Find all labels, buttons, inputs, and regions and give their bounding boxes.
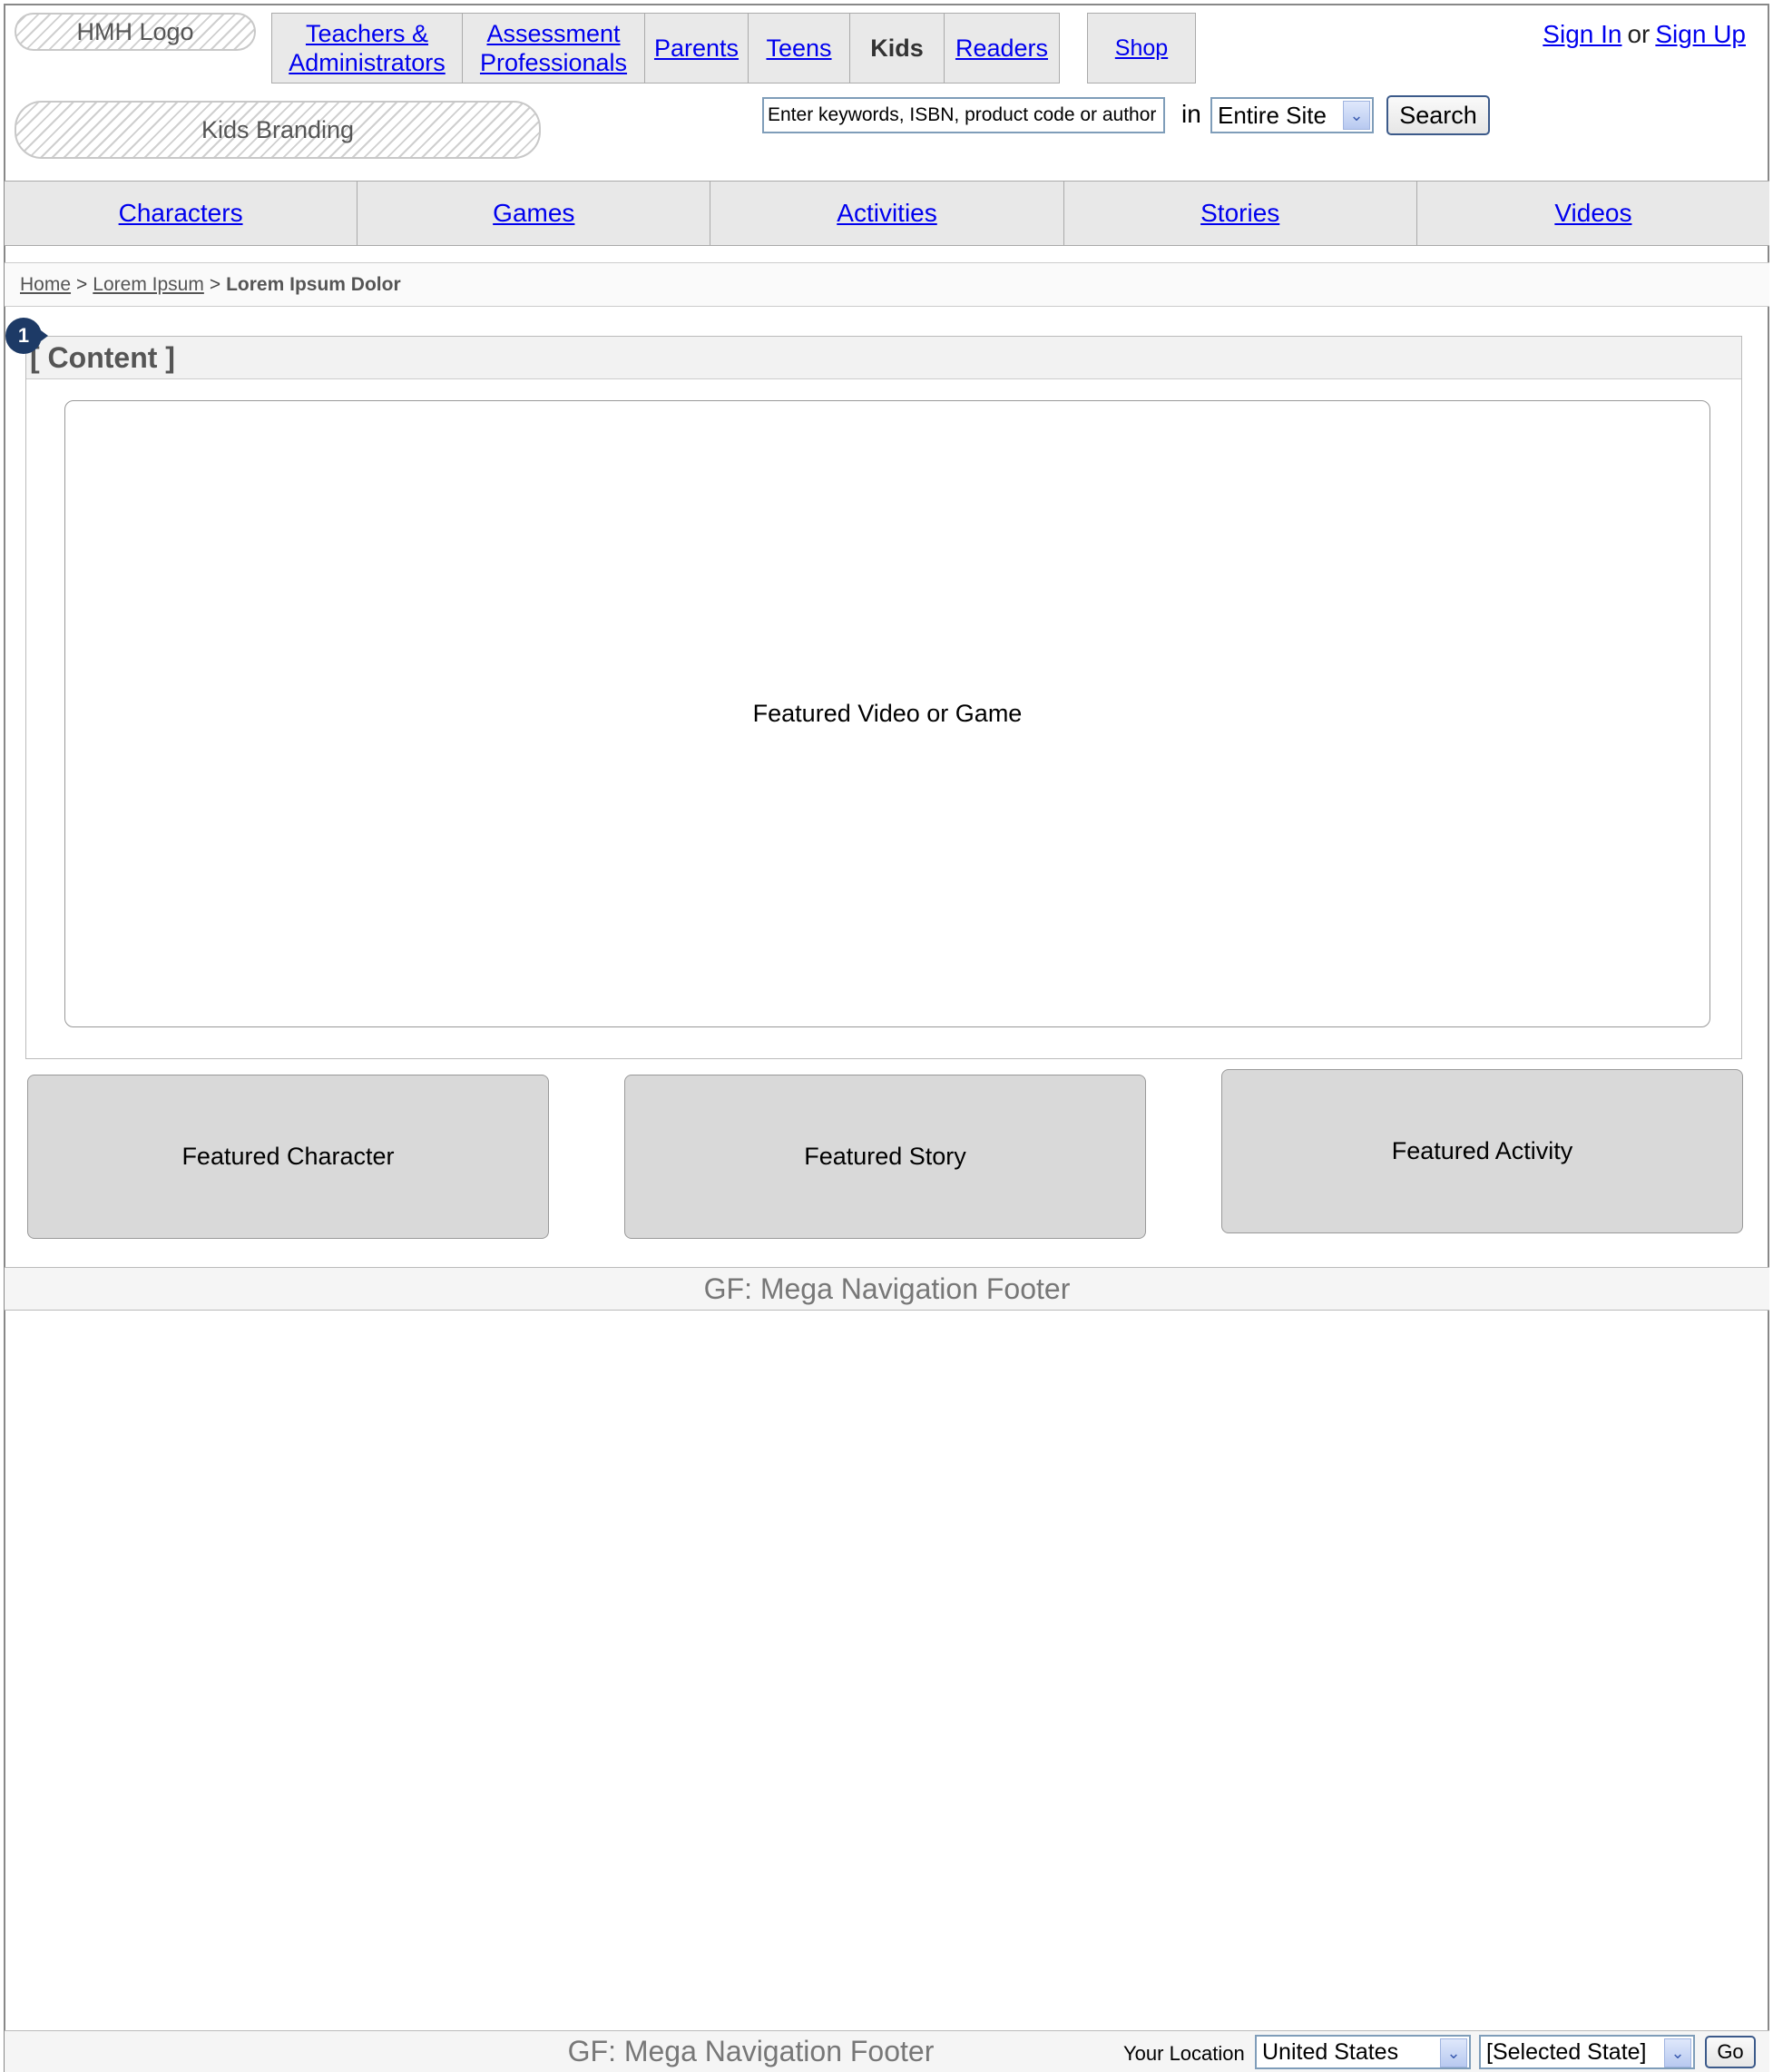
- breadcrumb-home[interactable]: Home: [20, 274, 71, 296]
- breadcrumb: Home > Lorem Ipsum > Lorem Ipsum Dolor: [5, 262, 1769, 307]
- nav-videos[interactable]: Videos: [1417, 182, 1769, 245]
- tab-teachers-administrators[interactable]: Teachers & Administrators: [270, 13, 464, 83]
- search-scope-value: Entire Site: [1218, 101, 1327, 129]
- hmh-logo[interactable]: HMH Logo: [15, 13, 256, 51]
- kids-branding: Kids Branding: [15, 101, 541, 159]
- breadcrumb-current: Lorem Ipsum Dolor: [226, 273, 401, 295]
- logo-text: HMH Logo: [76, 18, 194, 45]
- location-label: Your Location: [1123, 2042, 1245, 2065]
- search-in-label: in: [1181, 100, 1201, 128]
- annotation-marker-pointer: [41, 330, 48, 341]
- featured-video-or-game[interactable]: Featured Video or Game: [64, 400, 1710, 1027]
- featured-activity-label: Featured Activity: [1391, 1137, 1573, 1164]
- content-panel: [ Content ] Featured Video or Game: [25, 336, 1742, 1059]
- sign-in-link[interactable]: Sign In: [1543, 20, 1621, 48]
- footer-label: GF: Mega Navigation Footer: [703, 1272, 1071, 1305]
- nav-activities[interactable]: Activities: [710, 182, 1064, 245]
- section-nav: Characters Games Activities Stories Vide…: [5, 181, 1769, 246]
- breadcrumb-separator: >: [76, 273, 88, 295]
- mega-nav-footer-top: GF: Mega Navigation Footer: [5, 1267, 1769, 1311]
- auth-links: Sign In or Sign Up: [1543, 20, 1746, 49]
- chevron-down-icon: ⌄: [1440, 2038, 1467, 2067]
- audience-tabs: Teachers & Administrators Assessment Pro…: [270, 13, 1060, 83]
- country-value: United States: [1262, 2038, 1399, 2065]
- featured-story-label: Featured Story: [804, 1143, 966, 1170]
- featured-character-card[interactable]: Featured Character: [27, 1075, 549, 1239]
- nav-stories[interactable]: Stories: [1064, 182, 1417, 245]
- tab-readers[interactable]: Readers: [944, 13, 1060, 83]
- content-header: [ Content ]: [26, 337, 1741, 379]
- branding-text: Kids Branding: [201, 115, 355, 143]
- nav-characters[interactable]: Characters: [5, 182, 358, 245]
- chevron-down-icon: ⌄: [1343, 101, 1370, 130]
- nav-games[interactable]: Games: [358, 182, 711, 245]
- breadcrumb-separator: >: [209, 273, 221, 295]
- search-input[interactable]: [762, 97, 1165, 133]
- auth-separator: or: [1627, 20, 1651, 48]
- go-button[interactable]: Go: [1705, 2036, 1756, 2068]
- tab-parents[interactable]: Parents: [643, 13, 749, 83]
- tab-teens[interactable]: Teens: [748, 13, 850, 83]
- chevron-down-icon: ⌄: [1664, 2038, 1691, 2067]
- state-select[interactable]: [Selected State] ⌄: [1479, 2035, 1695, 2069]
- sign-up-link[interactable]: Sign Up: [1655, 20, 1746, 48]
- state-value: [Selected State]: [1486, 2038, 1647, 2065]
- shop-tab[interactable]: Shop: [1087, 13, 1196, 83]
- annotation-marker: 1: [5, 318, 42, 354]
- search-button[interactable]: Search: [1386, 95, 1490, 135]
- search-scope-select[interactable]: Entire Site ⌄: [1210, 97, 1374, 133]
- breadcrumb-level1[interactable]: Lorem Ipsum: [93, 274, 204, 296]
- tab-assessment-professionals[interactable]: Assessment Professionals: [462, 13, 645, 83]
- featured-activity-card[interactable]: Featured Activity: [1221, 1069, 1743, 1233]
- footer-label: GF: Mega Navigation Footer: [567, 2035, 935, 2067]
- featured-main-label: Featured Video or Game: [752, 700, 1023, 727]
- featured-character-label: Featured Character: [181, 1143, 395, 1170]
- country-select[interactable]: United States ⌄: [1255, 2035, 1471, 2069]
- featured-story-card[interactable]: Featured Story: [624, 1075, 1146, 1239]
- tab-kids[interactable]: Kids: [848, 13, 945, 83]
